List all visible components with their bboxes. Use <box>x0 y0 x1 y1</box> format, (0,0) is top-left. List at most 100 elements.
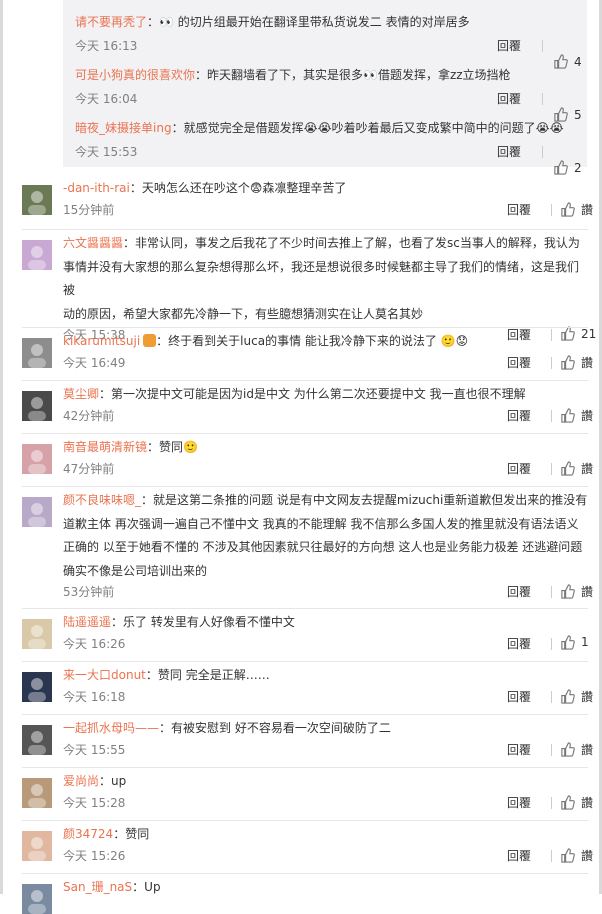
like-button[interactable]: 讚 <box>560 847 593 864</box>
comment-meta: 今天 16:18 回覆 讚 <box>63 688 593 706</box>
like-button[interactable]: 讚 <box>560 201 593 218</box>
avatar[interactable] <box>22 778 52 808</box>
reply-text: ：👀 的切片组最开始在翻译里带私货说发⼆ 表情的对岸居多 <box>147 15 470 29</box>
reply-button[interactable]: 回覆 <box>507 688 531 705</box>
comment-meta: 47分钟前 回覆 讚 <box>63 460 593 478</box>
divider <box>551 796 552 809</box>
comment-body: 南音最萌清新镜：赞同🙂 47分钟前 回覆讚 <box>63 436 593 478</box>
like-button[interactable]: 讚 <box>560 354 593 371</box>
comment-username[interactable]: 颜34724 <box>63 827 113 841</box>
comment-text-line: 颜34724：赞同 <box>63 823 588 847</box>
comment-text-line: 南音最萌清新镜：赞同🙂 <box>63 436 588 460</box>
comment-body: 陆遥遥遥：乐了 转发里有人好像看不懂中文 今天 16:26 回覆 1 <box>63 611 589 653</box>
comment-text-line: -dan-ith-rai：天呐怎么还在吵这个😨森凛整理辛苦了 <box>63 177 588 201</box>
reply-button[interactable]: 回覆 <box>507 847 531 864</box>
comment-text: ：up <box>99 774 127 788</box>
reply-button[interactable]: 回覆 <box>507 407 531 424</box>
comment-item: San_珊_naS：Up <box>22 873 588 914</box>
comment-body: 莫尘卿：第一次提中文可能是因为id是中文 为什么第二次还要提中文 我一直也很不理… <box>63 383 593 425</box>
comment-text: ：赞同🙂 <box>147 440 198 454</box>
reply-button[interactable]: 回覆 <box>507 354 531 371</box>
reply-button[interactable]: 回覆 <box>507 741 531 758</box>
avatar-image <box>22 778 52 808</box>
avatar-image <box>22 444 52 474</box>
comment-time: 15分钟前 <box>63 202 115 217</box>
like-button[interactable]: 讚 <box>560 460 593 477</box>
like-button[interactable]: 讚 <box>560 407 593 424</box>
avatar[interactable] <box>22 391 52 421</box>
divider <box>551 462 552 475</box>
avatar[interactable] <box>22 672 52 702</box>
reply-button[interactable]: 回覆 <box>507 794 531 811</box>
comment-text-line: 颜不良味味嗯_：就是这第二条推的问题 说是有中文网友去提醒mizuchi重新道歉… <box>63 489 588 513</box>
comment-username[interactable]: -dan-ith-rai <box>63 181 130 195</box>
reply-button[interactable]: 回覆 <box>497 143 521 160</box>
like-button[interactable]: 讚 <box>560 741 593 758</box>
avatar-image <box>22 672 52 702</box>
like-count: 讚 <box>581 461 594 476</box>
comment-username[interactable]: San_珊_naS <box>63 880 132 894</box>
thumbs-up-icon <box>554 160 568 175</box>
comment-meta: 今天 15:55 回覆 讚 <box>63 741 593 759</box>
comment-username[interactable]: 来一大口donut <box>63 668 146 682</box>
nested-reply: 请不要再秃了：👀 的切片组最开始在翻译里带私货说发⼆ 表情的对岸居多 今天 16… <box>75 14 582 69</box>
avatar[interactable] <box>22 619 52 649</box>
avatar[interactable] <box>22 884 52 914</box>
comment-username[interactable]: 爱尚尚 <box>63 774 99 788</box>
comment-text-line: 爱尚尚：up <box>63 770 588 794</box>
avatar-image <box>22 338 52 368</box>
divider <box>551 743 552 756</box>
avatar[interactable] <box>22 497 52 527</box>
avatar[interactable] <box>22 444 52 474</box>
comment-body: 颜34724：赞同 今天 15:26 回覆 讚 <box>63 823 593 865</box>
divider <box>551 690 552 703</box>
comment-username[interactable]: kikarumitsuji <box>63 334 140 348</box>
like-button[interactable]: 讚 <box>560 794 593 811</box>
comment-meta: 今天 16:26 回覆 1 <box>63 634 589 653</box>
reply-button[interactable]: 回覆 <box>497 90 521 107</box>
comment-item: 莫尘卿：第一次提中文可能是因为id是中文 为什么第二次还要提中文 我一直也很不理… <box>22 380 593 423</box>
comment-username[interactable]: 颜不良味味嗯_ <box>63 493 141 507</box>
reply-button[interactable]: 回覆 <box>507 583 531 600</box>
comment-username[interactable]: 莫尘卿 <box>63 387 99 401</box>
comment-text: 道歉主体 再次强调一遍自己不懂中文 我真的不能理解 我不信那么多国人发的推里就没… <box>63 516 579 531</box>
comment-text-line: 确实不像是公司培训出来的 <box>63 560 588 584</box>
like-button[interactable]: 讚 <box>560 583 593 600</box>
reply-username[interactable]: 请不要再秃了 <box>75 15 147 29</box>
comment-text: ：终于看到关于luca的事情 能让我冷静下来的说法了 🙂😟 <box>156 334 469 348</box>
reply-button[interactable]: 回覆 <box>507 201 531 218</box>
thumbs-up-icon <box>561 407 575 423</box>
reply-button[interactable]: 回覆 <box>507 460 531 477</box>
comment-username[interactable]: 六文醤醤醤 <box>63 236 123 250</box>
comment-text: ：赞同 <box>113 827 150 841</box>
comment-username[interactable]: 南音最萌清新镜 <box>63 440 147 454</box>
reply-username[interactable]: 可是小狗真的很喜欢你 <box>75 68 195 82</box>
thumbs-up-icon <box>561 634 575 650</box>
avatar[interactable] <box>22 240 52 270</box>
comment-time: 今天 15:28 <box>63 795 126 810</box>
comment-item: 陆遥遥遥：乐了 转发里有人好像看不懂中文 今天 16:26 回覆 1 <box>22 608 589 651</box>
comment-username[interactable]: 一起抓水母吗—— <box>63 721 159 735</box>
like-count: 讚 <box>581 202 594 217</box>
reply-username[interactable]: 暗夜_妹摄接单ing <box>75 121 172 135</box>
thumbs-up-icon <box>561 584 575 599</box>
avatar[interactable] <box>22 831 52 861</box>
comment-body: 颜不良味味嗯_：就是这第二条推的问题 说是有中文网友去提醒mizuchi重新道歉… <box>63 489 593 601</box>
reply-text: ：昨天翻墙看了下，其实是很多👀借题发挥，拿zz立场挡枪 <box>195 68 511 82</box>
vip-badge-icon <box>143 334 157 347</box>
avatar[interactable] <box>22 338 52 368</box>
comment-text: ：就是这第二条推的问题 说是有中文网友去提醒mizuchi重新道歉但发出来的推没… <box>141 493 588 507</box>
reply-button[interactable]: 回覆 <box>507 635 531 652</box>
like-button[interactable]: 2 <box>553 160 582 175</box>
divider <box>551 586 552 598</box>
thumbs-up-icon <box>561 201 575 217</box>
like-button[interactable]: 1 <box>560 634 589 650</box>
comment-username[interactable]: 陆遥遥遥 <box>63 615 111 629</box>
avatar[interactable] <box>22 185 52 215</box>
reply-time: 今天 15:53 <box>75 145 138 159</box>
thumbs-up-icon <box>561 847 575 863</box>
avatar[interactable] <box>22 725 52 755</box>
reply-button[interactable]: 回覆 <box>497 37 521 54</box>
comment-text-line: 事情并没有大家想的那么复杂想得那么坏，我还是想说很多时候魅都主导了我们的情绪，这… <box>63 256 588 303</box>
like-button[interactable]: 讚 <box>560 688 593 705</box>
